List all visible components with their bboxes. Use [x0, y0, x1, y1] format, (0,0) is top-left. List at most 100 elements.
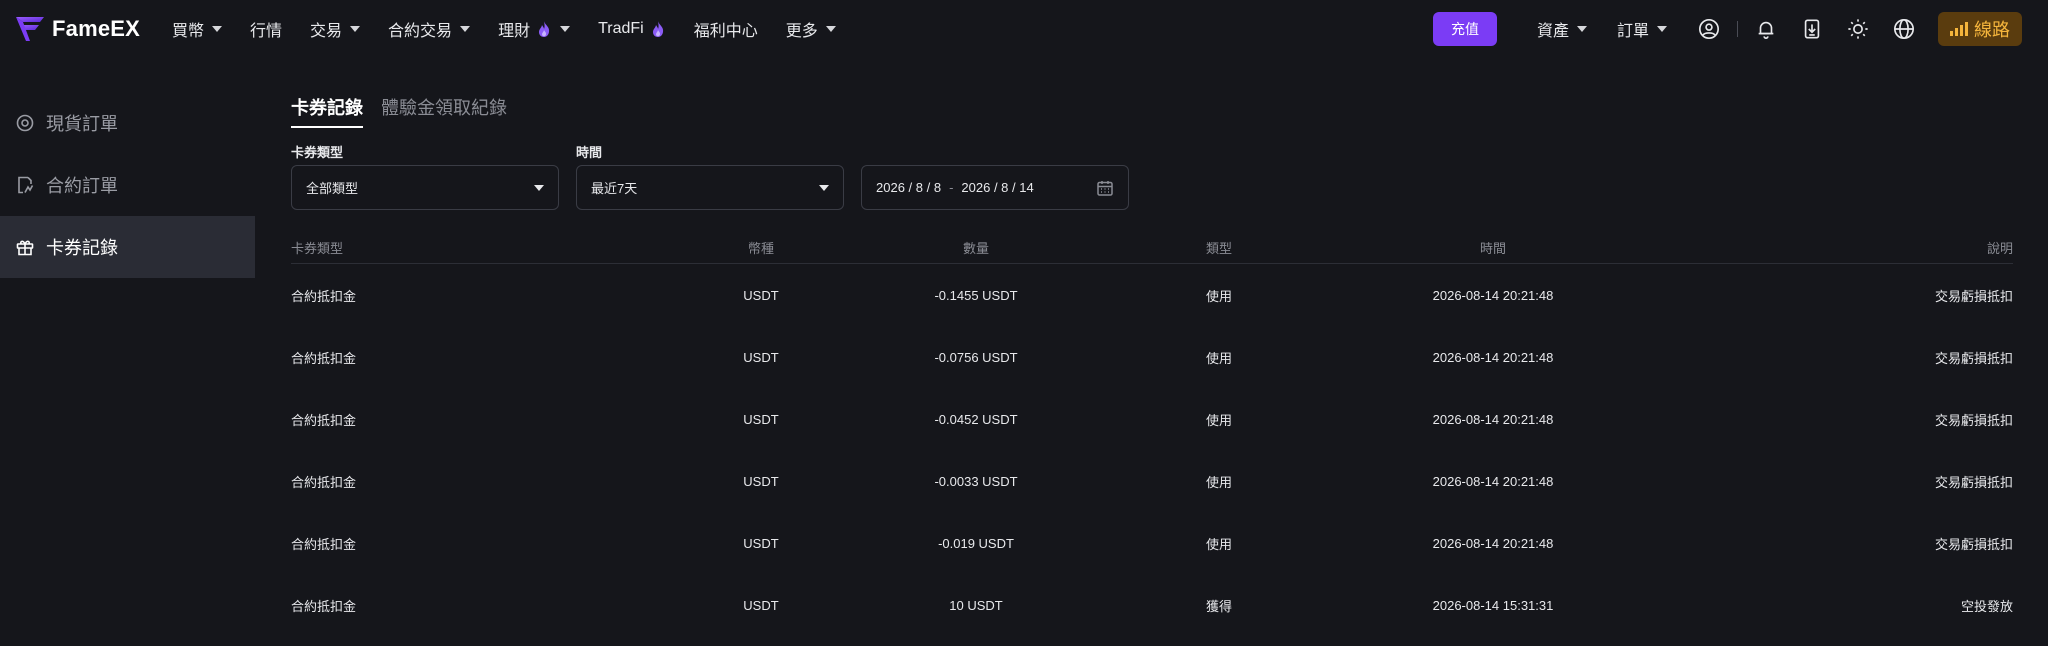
chevron-down-icon	[819, 184, 829, 191]
flame-hot-icon	[539, 21, 550, 37]
nav-item-7[interactable]: 更多	[786, 17, 836, 41]
cell-time: 2026-08-14 20:21:48	[1432, 349, 1554, 365]
tab-trial-fund-records[interactable]: 體驗金領取紀錄	[381, 94, 507, 128]
date-separator: -	[949, 180, 954, 195]
chevron-down-icon	[1657, 26, 1667, 32]
date-end[interactable]: 2026 / 8 / 14	[961, 180, 1033, 195]
calendar-icon	[1097, 180, 1113, 196]
cell-description: 空投發放	[1960, 598, 2013, 614]
sidebar-item-spot-orders[interactable]: 現貨訂單	[0, 92, 255, 154]
cell-type: 獲得	[1205, 598, 1232, 614]
signal-bars-icon	[1950, 22, 1968, 36]
chevron-down-icon	[350, 26, 361, 32]
sidebar: 現貨訂單 合約訂單 卡券記錄	[0, 92, 255, 278]
column-header-time: 時間	[1479, 241, 1506, 256]
sidebar-item-label: 合約訂單	[46, 176, 118, 196]
contract-order-icon	[18, 176, 34, 194]
cell-currency: USDT	[743, 287, 779, 303]
nav-item-4[interactable]: 理財	[498, 17, 571, 41]
nav-item-label: 交易	[310, 23, 343, 40]
theme-sun-icon[interactable]	[1846, 17, 1870, 41]
cell-coupon-type: 合約抵扣金	[291, 598, 357, 614]
top-navbar: FameEX 買幣 行情 交易 合約交易 理財 TradFi 福利中心 更多 充值 資產 訂單	[0, 0, 2048, 58]
table-row: 合約抵扣金 USDT -0.0033 USDT 使用 2026-08-14 20:21:…	[291, 450, 2013, 512]
cell-amount: -0.1455 USDT	[934, 287, 1018, 303]
nav-item-label: 福利中心	[693, 23, 758, 40]
cell-time: 2026-08-14 20:21:48	[1432, 535, 1554, 551]
cell-description: 交易虧損抵扣	[1934, 350, 2013, 366]
cell-currency: USDT	[743, 473, 779, 489]
table-row: 合約抵扣金 USDT -0.0756 USDT 使用 2026-08-14 20:21:…	[291, 326, 2013, 388]
sidebar-item-coupon-records[interactable]: 卡券記錄	[0, 216, 255, 278]
cell-currency: USDT	[743, 349, 779, 365]
assets-menu[interactable]: 資產	[1537, 17, 1587, 41]
deposit-button[interactable]: 充值	[1432, 12, 1497, 46]
table-row: 合約抵扣金 USDT -0.0452 USDT 使用 2026-08-14 20:21:…	[291, 388, 2013, 450]
cell-coupon-type: 合約抵扣金	[291, 536, 357, 552]
cell-coupon-type: 合約抵扣金	[291, 474, 357, 490]
orders-menu[interactable]: 訂單	[1617, 17, 1667, 41]
network-line-button[interactable]: 線路	[1938, 12, 2022, 46]
orders-menu-label: 訂單	[1616, 23, 1649, 40]
nav-item-5[interactable]: TradFi	[598, 20, 666, 38]
flame-hot-icon	[652, 21, 663, 37]
cell-amount: -0.0452 USDT	[934, 411, 1018, 427]
chevron-down-icon	[534, 184, 544, 191]
column-header-currency: 幣種	[747, 241, 774, 256]
chevron-down-icon	[560, 26, 571, 32]
coupon-records-table: 卡券類型 幣種 數量 類型 時間 說明 合約抵扣金 USDT -0.1455 USD…	[291, 232, 2013, 636]
cell-time: 2026-08-14 20:21:48	[1432, 287, 1554, 303]
header-tools: 充值 資產 訂單 線路	[1432, 0, 2022, 58]
cell-currency: USDT	[743, 411, 779, 427]
user-avatar-icon[interactable]	[1697, 17, 1721, 41]
cell-description: 交易虧損抵扣	[1934, 536, 2013, 552]
nav-item-1[interactable]: 行情	[250, 17, 282, 41]
nav-item-label: 買幣	[172, 23, 205, 40]
tab-coupon-records[interactable]: 卡券記錄	[291, 94, 363, 128]
coupon-type-label: 卡券類型	[291, 145, 344, 160]
bell-icon[interactable]	[1754, 17, 1778, 41]
cell-currency: USDT	[743, 535, 779, 551]
cell-type: 使用	[1205, 288, 1232, 304]
coupon-type-value: 全部類型	[306, 181, 359, 196]
cell-description: 交易虧損抵扣	[1934, 474, 2013, 490]
nav-item-0[interactable]: 買幣	[172, 17, 223, 41]
sidebar-item-contract-orders[interactable]: 合約訂單	[0, 154, 255, 216]
cell-currency: USDT	[743, 597, 779, 613]
date-range-picker[interactable]: 2026 / 8 / 8 - 2026 / 8 / 14	[861, 165, 1129, 210]
main-nav: 買幣 行情 交易 合約交易 理財 TradFi 福利中心 更多	[172, 0, 836, 58]
cell-type: 使用	[1205, 412, 1232, 428]
nav-item-3[interactable]: 合約交易	[388, 17, 471, 41]
spot-order-icon	[16, 114, 34, 132]
cell-time: 2026-08-14 20:21:48	[1432, 473, 1554, 489]
coupon-type-select[interactable]: 全部類型	[291, 165, 559, 210]
column-header-coupon-type: 卡券類型	[291, 241, 344, 256]
cell-coupon-type: 合約抵扣金	[291, 288, 357, 304]
nav-item-label: 行情	[250, 23, 283, 40]
cell-amount: -0.0756 USDT	[934, 349, 1018, 365]
table-row: 合約抵扣金 USDT -0.019 USDT 使用 2026-08-14 20:21:4…	[291, 512, 2013, 574]
column-header-amount: 數量	[962, 241, 989, 256]
nav-item-label: 合約交易	[388, 23, 453, 40]
globe-language-icon[interactable]	[1892, 17, 1916, 41]
time-label: 時間	[576, 145, 603, 160]
cell-type: 使用	[1205, 474, 1232, 490]
nav-item-label: TradFi	[598, 20, 644, 37]
cell-amount: 10 USDT	[949, 597, 1003, 613]
cell-description: 交易虧損抵扣	[1934, 288, 2013, 304]
download-app-icon[interactable]	[1800, 17, 1824, 41]
chevron-down-icon	[1576, 26, 1587, 32]
column-header-description: 說明	[1986, 241, 2013, 256]
time-range-select[interactable]: 最近7天	[576, 165, 844, 210]
cell-type: 使用	[1205, 536, 1232, 552]
chevron-down-icon	[825, 26, 836, 32]
record-tabs: 卡券記錄 體驗金領取紀錄	[291, 94, 507, 128]
date-start[interactable]: 2026 / 8 / 8	[876, 180, 941, 195]
cell-description: 交易虧損抵扣	[1934, 412, 2013, 428]
brand-logo[interactable]: FameEX	[14, 14, 140, 44]
nav-item-2[interactable]: 交易	[310, 17, 361, 41]
table-header: 卡券類型 幣種 數量 類型 時間 說明	[291, 232, 2013, 264]
nav-item-6[interactable]: 福利中心	[694, 17, 758, 41]
sidebar-item-label: 現貨訂單	[46, 114, 118, 134]
table-row: 合約抵扣金 USDT -0.1455 USDT 使用 2026-08-14 20:21:…	[291, 264, 2013, 326]
